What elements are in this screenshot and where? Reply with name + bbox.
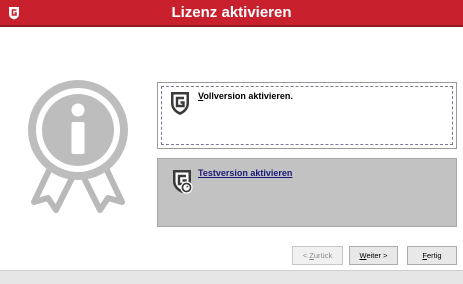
next-button[interactable]: Weiter > bbox=[349, 246, 398, 265]
trial-version-option[interactable]: Testversion aktivieren bbox=[157, 158, 457, 227]
title-bar: Lizenz aktivieren bbox=[0, 0, 463, 27]
trial-version-link[interactable]: Testversion aktivieren bbox=[198, 168, 292, 178]
full-version-option[interactable]: Vollversion aktivieren. bbox=[157, 82, 457, 149]
footer-bar bbox=[0, 270, 463, 284]
gdata-shield-icon bbox=[171, 92, 189, 115]
full-version-label: Vollversion aktivieren. bbox=[198, 91, 293, 101]
back-button[interactable]: < Zurück bbox=[292, 246, 343, 265]
finish-button[interactable]: Fertig bbox=[407, 246, 457, 265]
info-rosette-icon bbox=[28, 80, 128, 213]
window-title: Lizenz aktivieren bbox=[171, 4, 292, 21]
gdata-shield-clock-icon bbox=[173, 170, 193, 194]
